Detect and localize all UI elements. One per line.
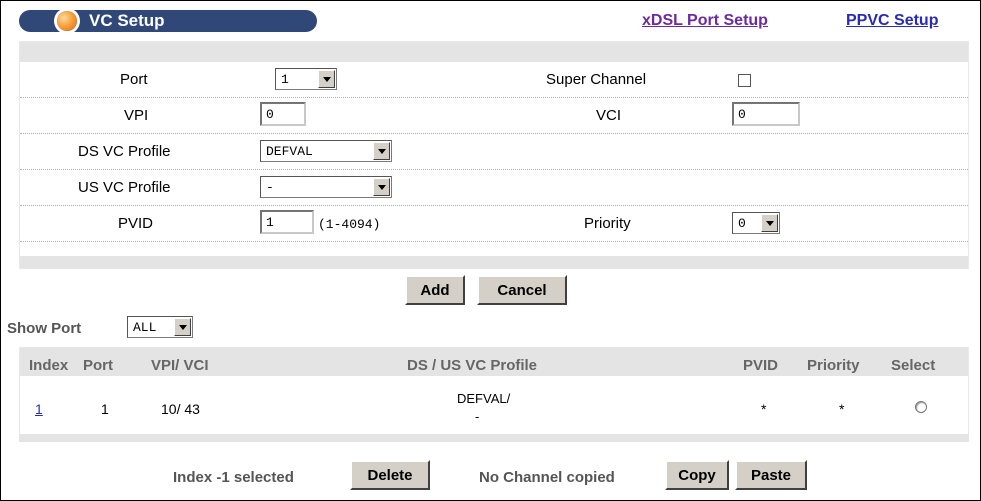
delete-button[interactable]: Delete — [350, 460, 430, 490]
row-vpi-vci: 10/ 43 — [161, 401, 200, 417]
no-channel-copied-status: No Channel copied — [479, 469, 615, 486]
panel-band-bottom — [20, 256, 968, 268]
row-port: 1 — [101, 401, 109, 417]
vpi-label: VPI — [124, 107, 149, 124]
super-channel-label: Super Channel — [546, 71, 647, 88]
pvid-input[interactable]: 1 — [260, 210, 314, 234]
pvid-range-hint: (1-4094) — [318, 217, 381, 232]
us-vc-profile-label: US VC Profile — [78, 179, 171, 196]
port-select[interactable]: 1 — [275, 68, 337, 90]
show-port-select[interactable]: ALL — [127, 316, 193, 338]
show-port-label: Show Port — [7, 320, 82, 337]
col-header-port: Port — [83, 357, 113, 374]
vc-form-panel: Port 1 Super Channel VPI 0 VCI 0 DS VC P… — [19, 41, 969, 269]
vc-setup-page: VC Setup xDSL Port Setup PPVC Setup Port… — [0, 0, 981, 501]
col-header-pvid: PVID — [743, 357, 779, 374]
ds-vc-profile-select[interactable]: DEFVAL — [260, 140, 392, 162]
page-title: VC Setup — [89, 11, 165, 30]
chevron-down-icon[interactable] — [318, 70, 335, 88]
port-select-value: 1 — [281, 71, 289, 87]
vci-input[interactable]: 0 — [732, 102, 800, 126]
priority-select-value: 0 — [738, 215, 746, 231]
index-selected-status: Index -1 selected — [173, 469, 294, 486]
us-vc-profile-value: - — [266, 179, 274, 195]
form-row-us-profile: US VC Profile - — [20, 170, 968, 206]
ppvc-setup-link[interactable]: PPVC Setup — [846, 12, 938, 30]
col-header-index: Index — [29, 357, 69, 374]
row-select-radio[interactable] — [915, 401, 927, 413]
cancel-button[interactable]: Cancel — [477, 275, 567, 305]
xdsl-port-setup-link[interactable]: xDSL Port Setup — [642, 12, 768, 30]
orange-orb-icon — [57, 11, 77, 31]
col-header-select: Select — [891, 357, 936, 374]
row-us-profile: - — [475, 409, 480, 424]
chevron-down-icon[interactable] — [174, 318, 191, 336]
panel-band-top — [20, 42, 968, 62]
col-header-vpi-vci: VPI/ VCI — [151, 357, 209, 374]
vpi-input[interactable]: 0 — [260, 102, 306, 126]
form-row-ds-profile: DS VC Profile DEFVAL — [20, 134, 968, 170]
form-row-port: Port 1 Super Channel — [20, 62, 968, 98]
form-row-vpi-vci: VPI 0 VCI 0 — [20, 98, 968, 134]
copy-button[interactable]: Copy — [665, 460, 729, 490]
row-pvid: * — [761, 401, 767, 417]
chevron-down-icon[interactable] — [761, 214, 778, 232]
col-header-ds-us-profile: DS / US VC Profile — [407, 357, 538, 374]
row-priority: * — [839, 401, 845, 417]
ds-vc-profile-label: DS VC Profile — [78, 143, 171, 160]
vci-label: VCI — [596, 107, 622, 124]
priority-select[interactable]: 0 — [732, 212, 780, 234]
table-bottom-band — [19, 434, 969, 442]
page-title-bar: VC Setup — [19, 10, 317, 32]
form-row-pvid: PVID 1 (1-4094) Priority 0 — [20, 206, 968, 242]
ds-vc-profile-value: DEFVAL — [266, 143, 313, 159]
row-index-link[interactable]: 1 — [35, 401, 43, 417]
super-channel-checkbox[interactable] — [738, 74, 751, 87]
port-label: Port — [120, 71, 148, 88]
paste-button[interactable]: Paste — [735, 460, 807, 490]
show-port-select-value: ALL — [133, 319, 157, 335]
chevron-down-icon[interactable] — [373, 142, 390, 160]
row-ds-profile: DEFVAL/ — [457, 391, 511, 406]
pvid-label: PVID — [118, 215, 154, 232]
us-vc-profile-select[interactable]: - — [260, 176, 392, 198]
col-header-priority: Priority — [807, 357, 860, 374]
add-button[interactable]: Add — [405, 275, 465, 305]
chevron-down-icon[interactable] — [373, 178, 390, 196]
priority-label: Priority — [584, 215, 631, 232]
